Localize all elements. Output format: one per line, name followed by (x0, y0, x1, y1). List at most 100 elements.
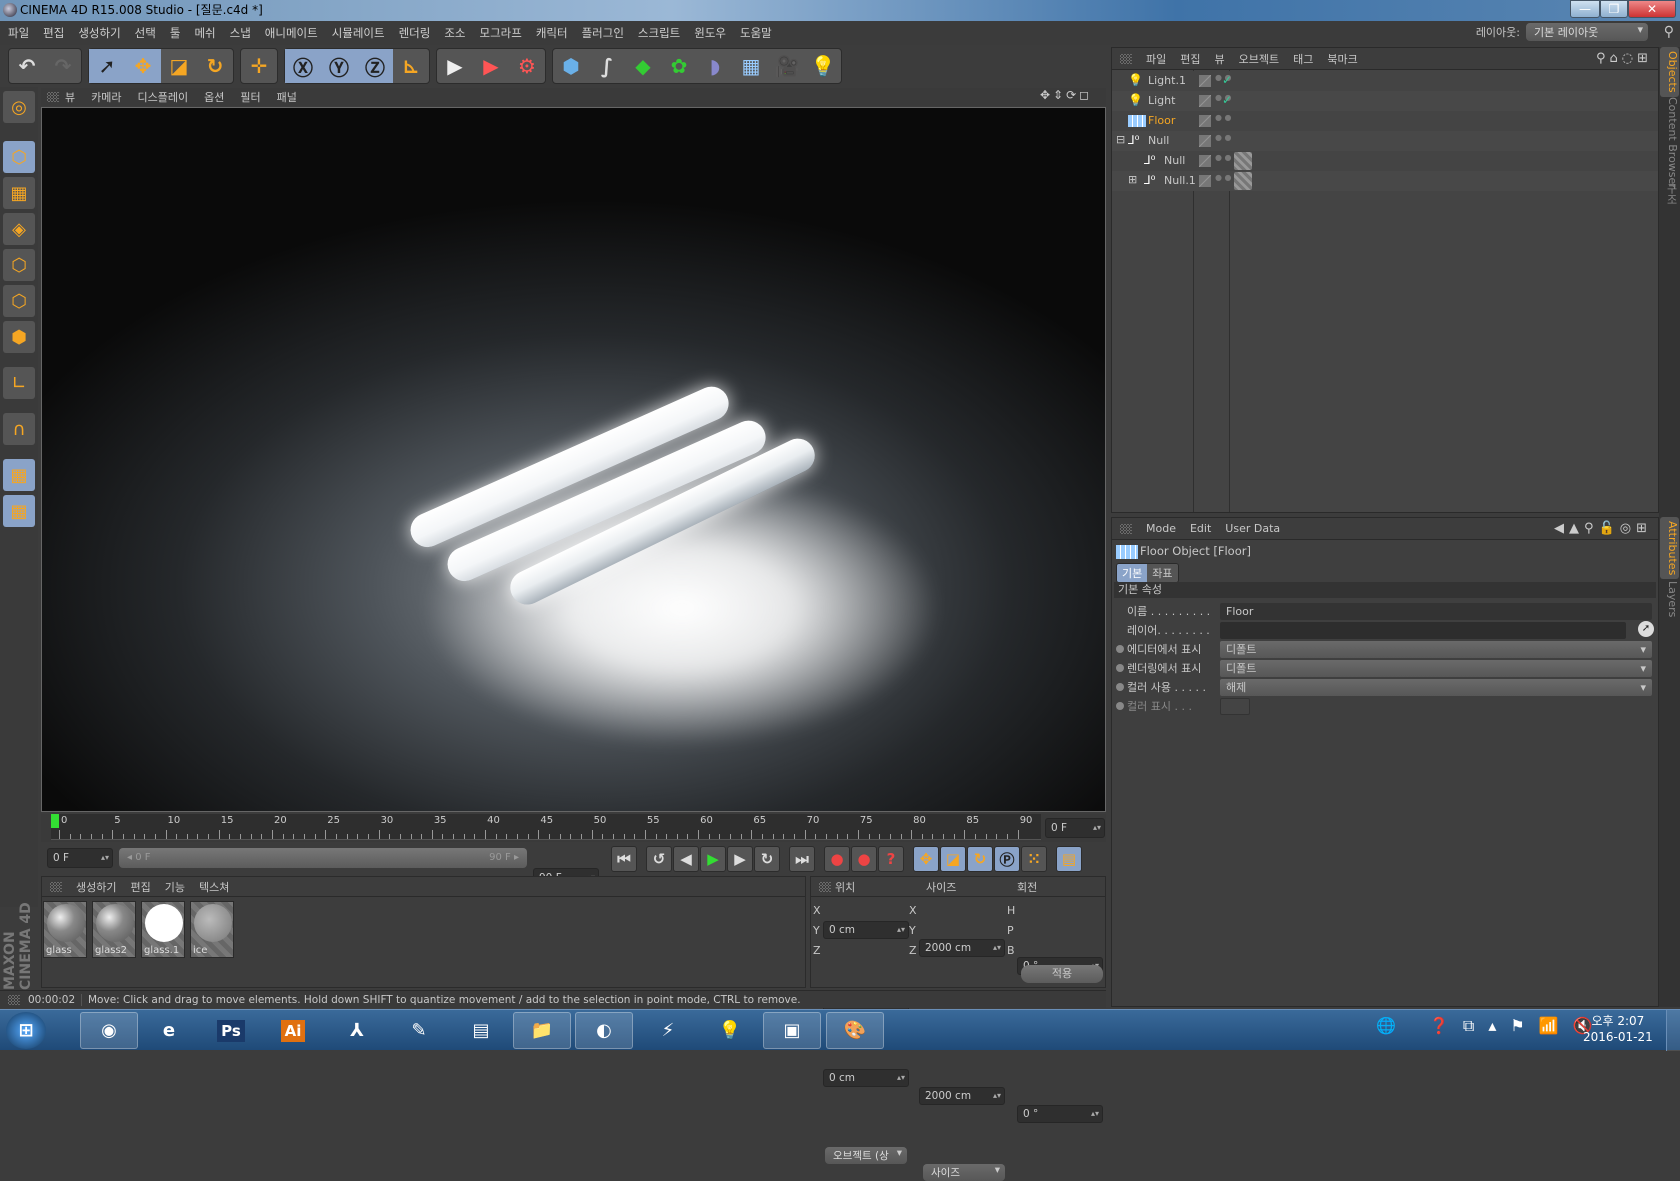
prev-frame-button[interactable]: ◀ (673, 846, 699, 872)
app-10-taskbar-button[interactable]: ⚡ (639, 1012, 697, 1049)
3d-viewport[interactable] (41, 107, 1106, 812)
menu-item[interactable]: 시뮬레이트 (332, 25, 385, 41)
app-12-taskbar-button[interactable]: ▣ (763, 1012, 821, 1049)
layer-toggle-icon[interactable] (1199, 135, 1211, 147)
position-field[interactable]: 0 cm ▴▾ (823, 921, 909, 939)
y-axis-lock-button[interactable]: Ⓨ (321, 49, 357, 83)
object-name[interactable]: Null (1164, 154, 1185, 167)
bend-deformer-button[interactable]: ◗ (697, 49, 733, 83)
playhead[interactable] (51, 814, 59, 828)
menu-item[interactable]: 렌더링 (399, 25, 431, 41)
material-menu-item[interactable]: 기능 (165, 879, 185, 895)
side-tab[interactable]: Layers (1660, 577, 1679, 621)
key-scale-button[interactable]: ◪ (940, 846, 966, 872)
menu-item[interactable]: 스크립트 (638, 25, 680, 41)
material-tag-icon[interactable] (1234, 152, 1252, 170)
key-parameter-button[interactable]: Ⓟ (994, 846, 1020, 872)
attribute-select-field[interactable]: 해제 ▾ (1220, 678, 1652, 696)
object-name[interactable]: Floor (1148, 114, 1175, 127)
start-taskbar-button[interactable]: ⊞ (6, 1012, 46, 1049)
minimize-button[interactable]: — (1570, 0, 1600, 18)
paint-taskbar-button[interactable]: 🎨 (826, 1012, 884, 1049)
object-row[interactable]: 💡 Light.1 ● ● ✓ (1112, 71, 1658, 91)
object-menu-item[interactable]: 파일 (1146, 51, 1166, 67)
next-key-button[interactable]: ↻ (754, 846, 780, 872)
material-menu-item[interactable]: 생성하기 (76, 879, 116, 895)
menu-item[interactable]: 조소 (444, 25, 465, 41)
side-tab[interactable]: Attributes (1660, 517, 1679, 580)
layer-toggle-icon[interactable] (1199, 75, 1211, 87)
menu-item[interactable]: 모그라프 (480, 25, 522, 41)
chrome-taskbar-button[interactable]: ◉ (80, 1012, 138, 1049)
viewport-menu-item[interactable]: 옵션 (204, 89, 224, 105)
visibility-dots-icon[interactable]: ● ● (1215, 154, 1232, 162)
object-menu-item[interactable]: 오브젝트 (1239, 51, 1279, 67)
size-field[interactable]: 2000 cm ▴▾ (919, 939, 1005, 957)
key-pla-button[interactable]: ⁙ (1021, 846, 1047, 872)
acrobat-taskbar-button[interactable]: ⅄ (328, 1012, 386, 1049)
rotate-button[interactable]: ↻ (197, 49, 233, 83)
menu-item[interactable]: 메쉬 (194, 25, 215, 41)
spinner-icon[interactable]: ▴▾ (993, 1088, 1001, 1104)
apply-button[interactable]: 적용 (1021, 965, 1103, 983)
tray-icons[interactable]: 🌐 ❓⧉▴⚑📶🔇 (1376, 1016, 1607, 1036)
light-button[interactable]: 💡 (805, 49, 841, 83)
timeline-ruler[interactable]: 0 5 10 15 20 25 30 35 40 45 50 55 60 65 70 75 80 85 90 (51, 814, 1041, 840)
layout-dropdown[interactable]: 기본 레이아웃 (1526, 23, 1648, 41)
object-row[interactable]: Floor ● ● (1112, 111, 1658, 131)
key-position-button[interactable]: ✥ (913, 846, 939, 872)
internet-explorer-taskbar-button[interactable]: e (140, 1012, 198, 1049)
material-menu-item[interactable]: 텍스쳐 (199, 879, 229, 895)
object-name[interactable]: Null.1 (1164, 174, 1196, 187)
restore-button[interactable]: ❐ (1600, 0, 1628, 18)
timeline[interactable]: 0 5 10 15 20 25 30 35 40 45 50 55 60 65 70 75 80 85 90 0 F… (41, 814, 1106, 842)
attribute-menu-item[interactable]: Mode (1146, 522, 1176, 535)
layer-toggle-icon[interactable] (1199, 115, 1211, 127)
collapse-icon[interactable]: ⊟ (1116, 133, 1125, 146)
keyframe-selection-button[interactable]: ? (878, 846, 904, 872)
layer-toggle-icon[interactable] (1199, 155, 1211, 167)
attribute-link-field[interactable] (1220, 621, 1626, 639)
side-tab[interactable]: 구조 (1660, 179, 1679, 209)
size-mode-dropdown[interactable]: 사이즈 (923, 1164, 1005, 1181)
cloner-button[interactable]: ✿ (661, 49, 697, 83)
material-swatch[interactable]: ice (190, 901, 234, 958)
snap-button[interactable]: ∩ (3, 413, 35, 445)
object-name[interactable]: Null (1148, 134, 1169, 147)
subdivision-surface-button[interactable]: ◆ (625, 49, 661, 83)
menu-item[interactable]: 도움말 (740, 25, 772, 41)
model-mode-button[interactable]: ⬡ (3, 141, 35, 173)
menu-item[interactable]: 선택 (135, 25, 156, 41)
object-manager-icons[interactable]: ⚲⌂◌⊞ (1596, 51, 1652, 66)
go-to-start-button[interactable]: ⏮ (611, 846, 637, 872)
axis-mode-button[interactable]: ∟ (3, 367, 35, 399)
coordinate-system-button[interactable]: ⊾ (393, 49, 429, 83)
undo-button[interactable]: ↶ (9, 49, 45, 83)
viewport-nav-icons[interactable]: ✥⇕⟳◻ (1040, 88, 1092, 102)
menu-item[interactable]: 파일 (8, 25, 29, 41)
coord-mode-dropdown[interactable]: 오브젝트 (상 (825, 1147, 907, 1164)
layer-toggle-icon[interactable] (1199, 175, 1211, 187)
visibility-dots-icon[interactable]: ● ● (1215, 134, 1232, 142)
viewport-menu-item[interactable]: 뷰 (65, 89, 75, 105)
cinema4d-taskbar-button[interactable]: ◐ (575, 1012, 633, 1049)
viewport-menu-item[interactable]: 필터 (240, 89, 260, 105)
visibility-dots-icon[interactable]: ● ● (1215, 114, 1232, 122)
key-rotation-button[interactable]: ↻ (967, 846, 993, 872)
animation-dot-icon[interactable] (1116, 683, 1124, 691)
expand-icon[interactable]: ⊞ (1128, 173, 1137, 186)
menu-item[interactable]: 편집 (43, 25, 64, 41)
app-11-taskbar-button[interactable]: 💡 (701, 1012, 759, 1049)
spinner-icon[interactable]: ▴▾ (897, 1070, 905, 1086)
search-icon[interactable]: ⚲ (1664, 24, 1674, 40)
make-editable-button[interactable]: ◎ (3, 91, 35, 123)
frame-range-slider[interactable]: ◂ 0 F 90 F ▸ (119, 848, 527, 868)
show-desktop-button[interactable] (1666, 1010, 1680, 1051)
attribute-text-field[interactable]: Floor (1220, 602, 1652, 620)
attribute-select-field[interactable]: 디폴트 ▾ (1220, 659, 1652, 677)
go-to-end-button[interactable]: ⏭ (789, 846, 815, 872)
object-name[interactable]: Light.1 (1148, 74, 1186, 87)
menu-item[interactable]: 스냅 (230, 25, 251, 41)
render-view-button[interactable]: ▶ (437, 49, 473, 83)
illustrator-taskbar-button[interactable]: Ai (264, 1012, 322, 1049)
